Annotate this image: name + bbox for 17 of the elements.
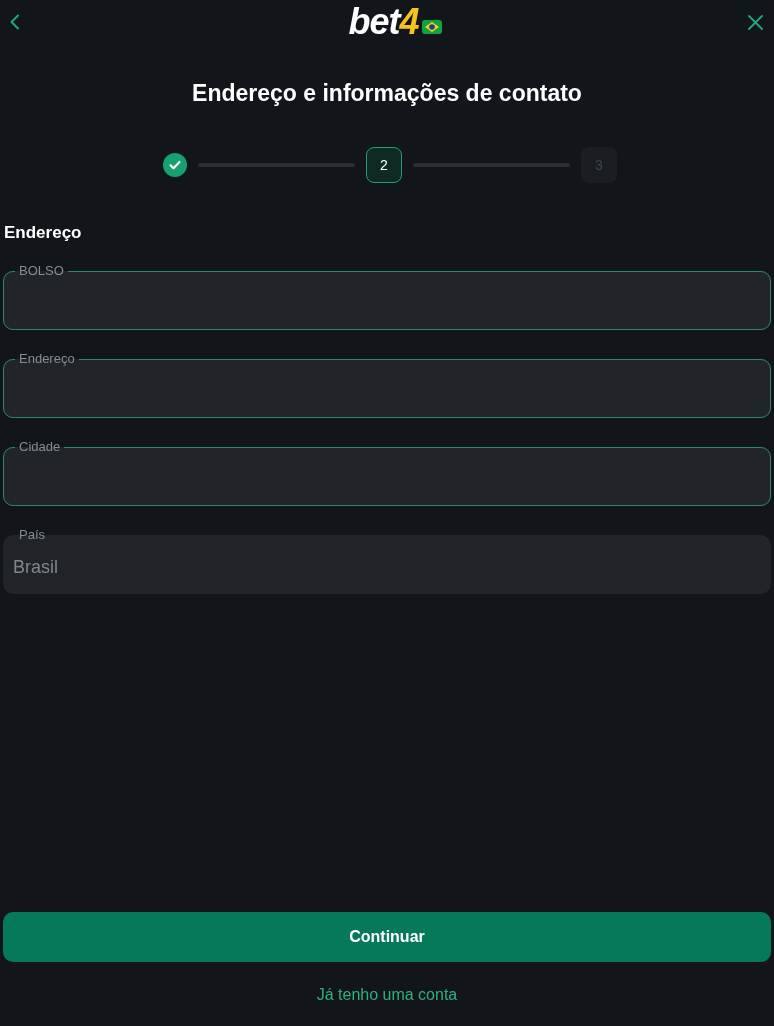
page-title: Endereço e informações de contato xyxy=(191,79,583,107)
close-icon[interactable] xyxy=(748,14,763,30)
input-field[interactable]: BOLSO xyxy=(3,263,771,330)
input-field[interactable]: Endereço xyxy=(3,351,771,418)
field-label: Endereço xyxy=(18,351,76,367)
field-label: País xyxy=(18,527,46,543)
logo: bet4 xyxy=(348,4,419,40)
field-label: BOLSO xyxy=(18,263,65,279)
continue-button[interactable]: Continuar xyxy=(3,912,771,962)
back-icon[interactable] xyxy=(9,14,20,30)
step-indicator: 2 xyxy=(366,147,402,183)
input-field[interactable]: Cidade xyxy=(3,439,771,506)
field-label: Cidade xyxy=(18,439,62,455)
login-link[interactable]: Já tenho uma conta xyxy=(316,984,458,1006)
section-title: Endereço xyxy=(3,222,83,244)
field-value: Brasil xyxy=(13,556,58,579)
flag-icon xyxy=(421,20,442,34)
